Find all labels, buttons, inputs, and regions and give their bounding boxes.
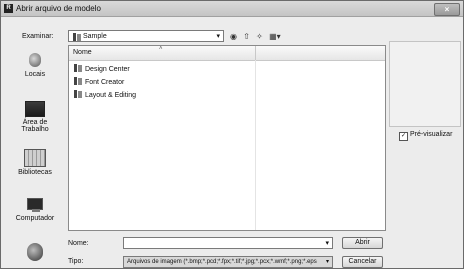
libraries-icon: [24, 149, 46, 167]
list-item[interactable]: Design Center: [74, 64, 130, 73]
filetype-label: Tipo:: [68, 258, 84, 265]
filename-input[interactable]: ▾: [123, 237, 333, 249]
chevron-down-icon[interactable]: ▾: [325, 239, 329, 247]
preview-checkbox[interactable]: ✓ Pré-visualizar: [399, 131, 452, 141]
column-divider[interactable]: [255, 46, 256, 60]
filetype-value: Arquivos de imagem (*.bmp;*.pcd;*.fpx;*.…: [127, 259, 317, 265]
folder-icon: [74, 64, 82, 72]
folder-icon: [73, 33, 81, 41]
file-list[interactable]: Nome ˄ Design Center Font Creator Layout…: [68, 45, 386, 231]
new-folder-icon[interactable]: ✧: [256, 32, 263, 41]
title-bar: R Abrir arquivo de modelo ×: [1, 1, 463, 17]
column-header-name[interactable]: Nome ˄: [69, 46, 385, 61]
app-icon: R: [4, 4, 13, 13]
place-locais[interactable]: Locais: [7, 51, 63, 78]
folder-icon: [74, 77, 82, 85]
dialog-title: Abrir arquivo de modelo: [16, 4, 101, 13]
filename-label: Nome:: [68, 240, 89, 247]
column-name-label: Nome: [73, 49, 92, 56]
place-libraries[interactable]: Bibliotecas: [7, 149, 63, 176]
places-bar: Locais Área de Trabalho Bibliotecas Comp…: [7, 45, 63, 267]
list-item-label: Font Creator: [85, 79, 125, 86]
chevron-down-icon: ▾: [325, 259, 329, 265]
network-icon: [27, 243, 43, 261]
folder-icon: [74, 90, 82, 98]
up-folder-icon[interactable]: ⇧: [243, 32, 250, 41]
back-icon[interactable]: ◉: [230, 32, 237, 41]
place-label: Computador: [15, 215, 55, 222]
recent-places-icon: [27, 51, 43, 69]
place-network[interactable]: [7, 243, 63, 263]
lookin-dropdown[interactable]: Sample ▾: [68, 30, 224, 42]
preview-checkbox-label: Pré-visualizar: [410, 131, 453, 138]
list-item[interactable]: Font Creator: [74, 77, 124, 86]
place-label: Área de Trabalho: [21, 119, 49, 133]
computer-icon: [26, 197, 44, 213]
place-label: Bibliotecas: [18, 169, 52, 176]
list-item[interactable]: Layout & Editing: [74, 90, 136, 99]
place-label: Locais: [24, 71, 46, 78]
chevron-down-icon: ▾: [216, 33, 220, 40]
toolbar: ◉ ⇧ ✧ ▦▾: [230, 32, 285, 41]
checkbox-check-icon[interactable]: ✓: [399, 132, 408, 141]
column-line: [255, 60, 256, 230]
lookin-label: Examinar:: [22, 33, 54, 40]
preview-pane: [389, 41, 461, 127]
sort-ascending-icon: ˄: [159, 46, 163, 52]
cancel-button[interactable]: Cancelar: [342, 256, 383, 268]
place-computer[interactable]: Computador: [7, 197, 63, 222]
open-button[interactable]: Abrir: [342, 237, 383, 249]
place-desktop[interactable]: Área de Trabalho: [7, 101, 63, 133]
lookin-value: Sample: [83, 33, 107, 40]
desktop-icon: [25, 101, 45, 117]
open-template-dialog: R Abrir arquivo de modelo × Examinar: Sa…: [0, 0, 464, 269]
views-menu-icon[interactable]: ▦▾: [269, 32, 281, 41]
list-item-label: Design Center: [85, 66, 130, 73]
filetype-dropdown[interactable]: Arquivos de imagem (*.bmp;*.pcd;*.fpx;*.…: [123, 256, 333, 268]
close-button[interactable]: ×: [434, 3, 460, 16]
list-item-label: Layout & Editing: [85, 92, 136, 99]
